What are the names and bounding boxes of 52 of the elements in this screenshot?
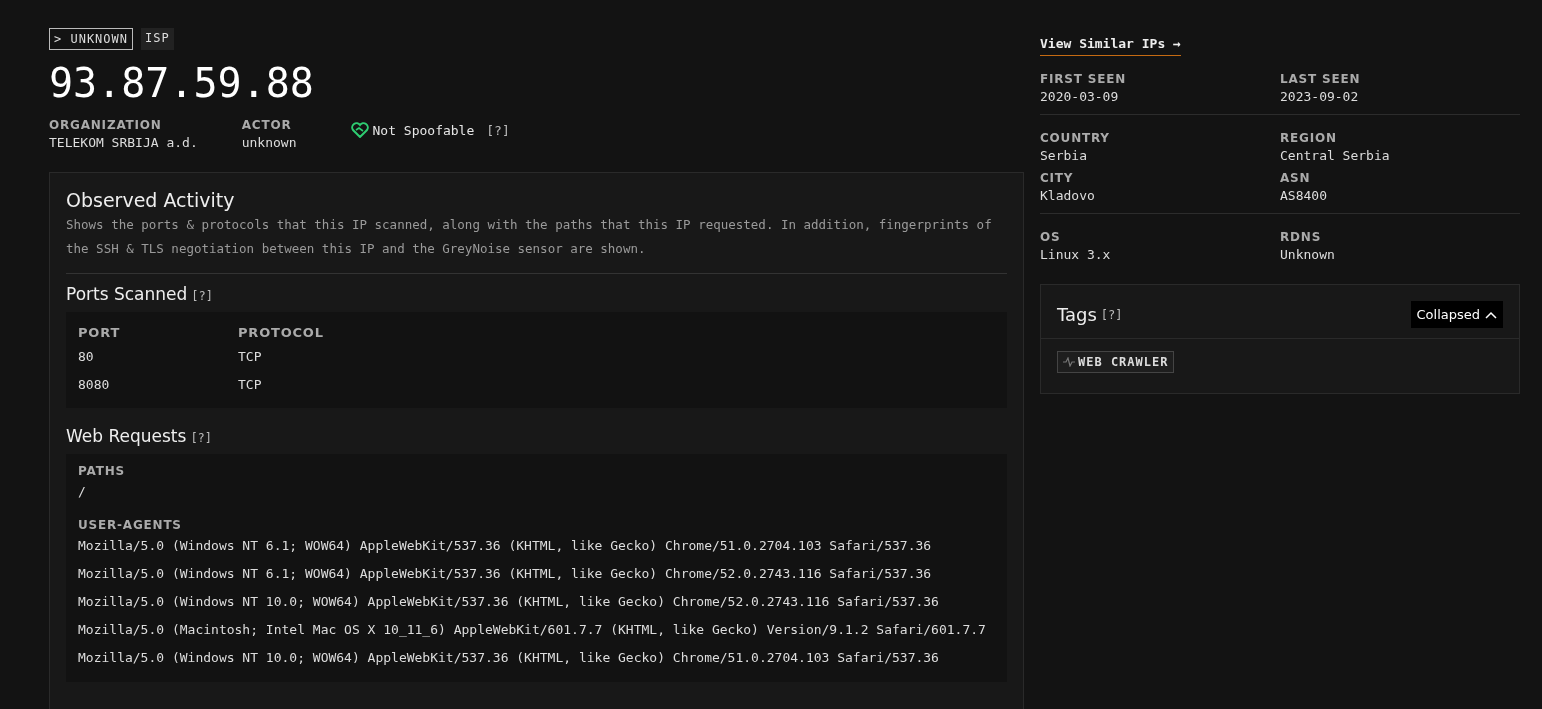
field-value: unknown — [241, 135, 297, 150]
help-link[interactable]: [?] — [486, 122, 510, 138]
help-link[interactable]: [?] — [191, 289, 213, 303]
user-agent: Mozilla/5.0 (Windows NT 10.0; WOW64) AppleWebKit/537.36 (KHTML, like Gecko) Chrome/51.0.2704.103 Safari/537.36 — [78, 649, 940, 667]
field-value: 2020-03-09 — [1040, 89, 1120, 104]
help-link[interactable]: [?] — [1100, 307, 1123, 322]
field-label: CITY — [1040, 171, 1075, 185]
table-cell-text: TCP — [238, 348, 263, 364]
request-path: / — [78, 483, 87, 501]
tag-chip[interactable]: WEB CRAWLER — [1057, 351, 1175, 373]
column-header: PORT — [78, 324, 122, 340]
field-label: RDNS — [1280, 230, 1323, 244]
section-title: Web Requests — [66, 426, 187, 446]
pulse-icon — [1063, 357, 1075, 367]
field-value: Serbia — [1040, 148, 1088, 163]
field-value: AS8400 — [1280, 188, 1328, 203]
user-agent: Mozilla/5.0 (Windows NT 6.1; WOW64) AppleWebKit/537.36 (KHTML, like Gecko) Chrome/51.0.2704.103 Safari/537.36 — [78, 537, 933, 555]
user-agent: Mozilla/5.0 (Windows NT 6.1; WOW64) AppleWebKit/537.36 (KHTML, like Gecko) Chrome/52.0.2743.116 Safari/537.36 — [78, 565, 933, 583]
table-cell-text: TCP — [238, 376, 263, 392]
field-label: OS — [1040, 230, 1062, 244]
column-header: PROTOCOL — [238, 324, 325, 340]
type-badge: ISP — [141, 28, 174, 50]
spoofable-status: Not Spoofable — [372, 122, 475, 138]
table-cell-text: 80 — [78, 348, 95, 364]
section-title: Observed Activity — [66, 189, 236, 211]
view-similar-link[interactable]: View Similar IPs → — [1040, 32, 1181, 56]
field-label: PATHS — [78, 464, 126, 478]
classification-badge: > UNKNOWN — [49, 28, 134, 50]
section-title: Tags — [1057, 304, 1097, 325]
field-value: 2023-09-02 — [1280, 89, 1360, 104]
field-value: Kladovo — [1040, 188, 1096, 203]
field-value: TELEKOM SRBIJA a.d. — [49, 135, 198, 150]
field-label: USER-AGENTS — [78, 518, 183, 532]
field-value: Linux 3.x — [1040, 247, 1112, 262]
ip-address: 93.87.59.88 — [49, 60, 315, 106]
section-description: Shows the ports & protocols that this IP scanned, along with the paths that this IP requested. In addition, fingerprints of the SSH & TLS negotiation between this IP and the GreyNoise sensor are shown. — [66, 216, 993, 258]
field-value: Central Serbia — [1280, 148, 1391, 163]
field-label: ASN — [1280, 171, 1312, 185]
section-title: Ports Scanned — [66, 284, 188, 304]
collapse-toggle[interactable]: Collapsed — [1410, 301, 1503, 328]
field-label: REGION — [1280, 131, 1338, 145]
field-label: ORGANIZATION — [49, 118, 163, 132]
user-agent: Mozilla/5.0 (Windows NT 10.0; WOW64) AppleWebKit/537.36 (KHTML, like Gecko) Chrome/52.0.2743.116 Safari/537.36 — [78, 593, 940, 611]
help-link[interactable]: [?] — [190, 431, 213, 445]
field-label: FIRST SEEN — [1040, 72, 1127, 86]
field-label: COUNTRY — [1040, 131, 1111, 145]
field-label: LAST SEEN — [1280, 72, 1362, 86]
field-label: ACTOR — [241, 118, 293, 132]
field-value: Unknown — [1280, 247, 1336, 262]
caret-icon — [1485, 310, 1497, 319]
user-agent: Mozilla/5.0 (Macintosh; Intel Mac OS X 10_11_6) AppleWebKit/601.7.7 (KHTML, like Gecko) Version/9.1.2 Safari/601.7.7 — [78, 621, 987, 639]
table-cell-text: 8080 — [78, 376, 111, 392]
